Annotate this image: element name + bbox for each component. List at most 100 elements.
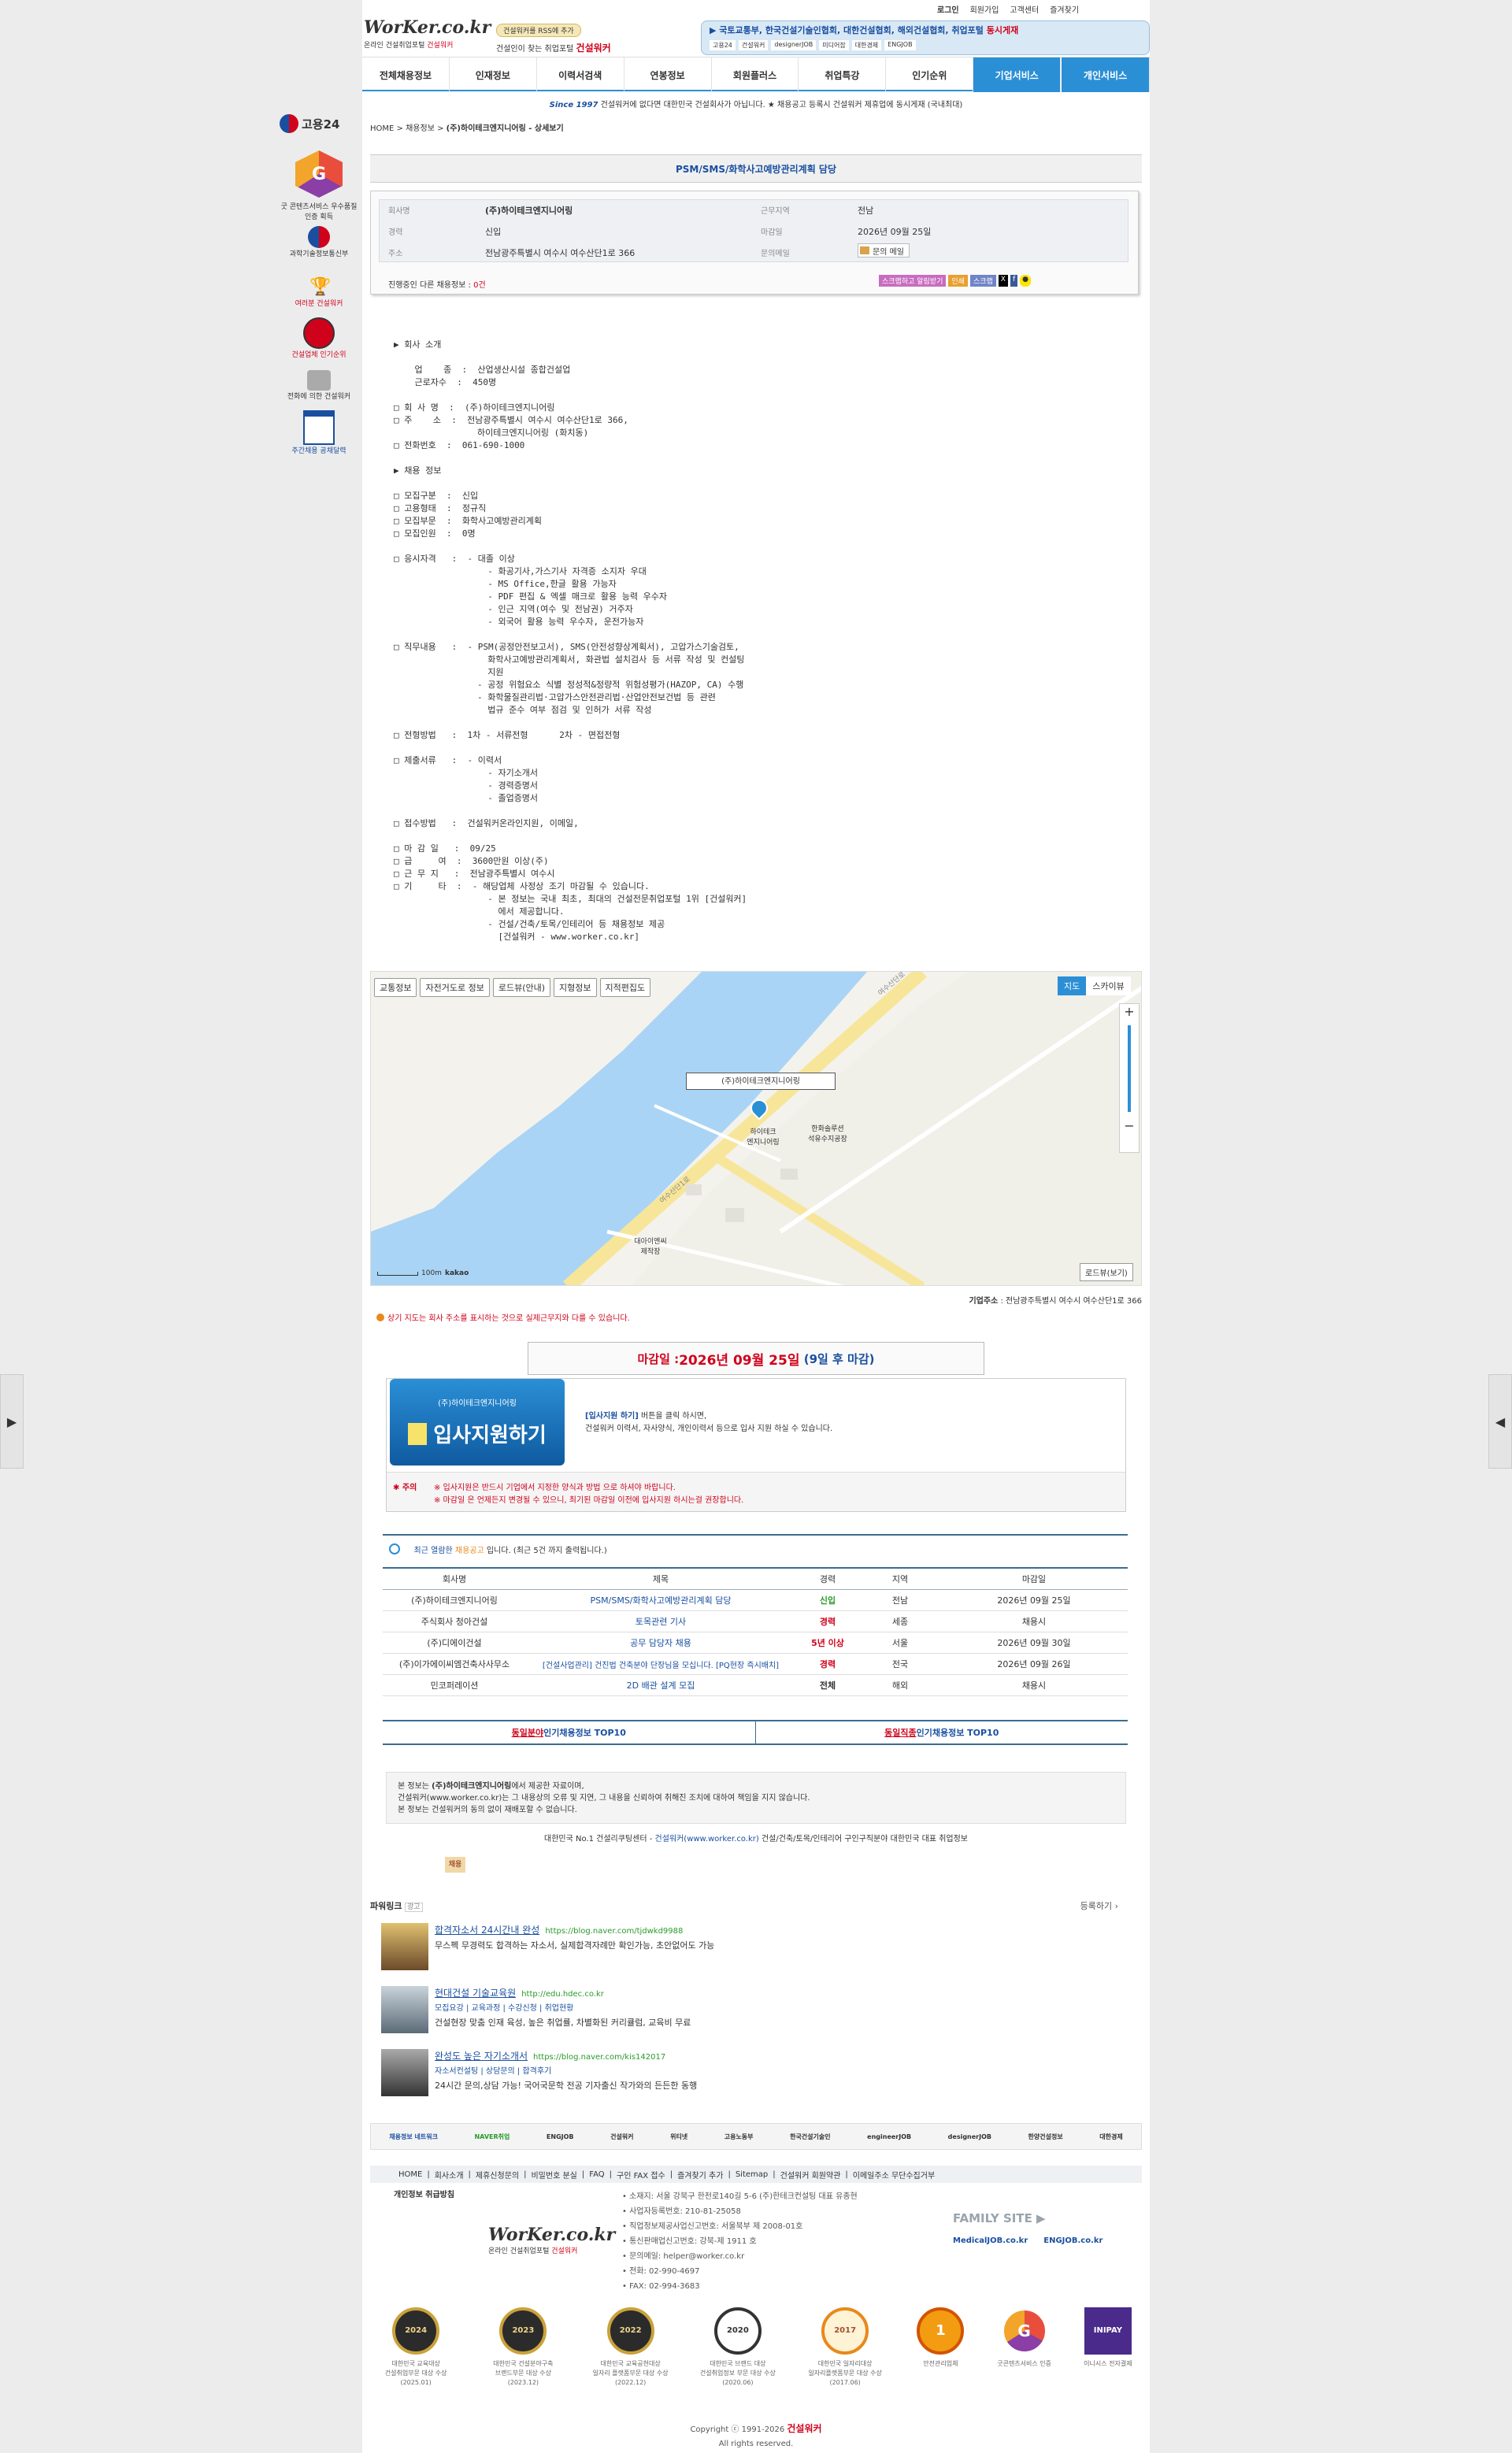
partner-logo[interactable]: 채용정보 네트워크 — [389, 2132, 438, 2141]
rss-tag[interactable]: 건설워커를 RSS에 추가 — [496, 24, 581, 37]
partner-banner[interactable]: ▶ 국토교통부, 한국건설기술인협회, 대한건설협회, 해외건설협회, 취업포털… — [701, 20, 1150, 55]
map-roadview-open-button[interactable]: 로드뷰(보기) — [1080, 1263, 1133, 1281]
partner-logo[interactable]: 고용노동부 — [724, 2132, 754, 2141]
left-sidebar: 고용24 G 굿 콘텐츠서비스 우수품질인증 획득 과학기술정보통신부 🏆 여러… — [280, 114, 358, 524]
facebook-share-icon[interactable]: f — [1010, 275, 1018, 287]
nav-salary[interactable]: 연봉정보 — [624, 57, 712, 92]
map-terrain-button[interactable]: 지형정보 — [554, 978, 597, 997]
nav-ranking[interactable]: 인기순위 — [886, 57, 974, 92]
scrap-alert-button[interactable]: 스크랩하고 알림받기 — [879, 275, 947, 287]
phone-icon[interactable] — [307, 370, 331, 391]
footer-link[interactable]: HOME — [398, 2170, 422, 2179]
job-description: ▶ 회사 소개 업 종 : 산업생산시설 종합건설업 근로자수 : 450명 □… — [394, 339, 747, 942]
crumb-jobs[interactable]: 채용정보 — [406, 124, 435, 133]
bookmark-link[interactable]: 즐겨찾기 — [1050, 3, 1079, 15]
footer-link[interactable]: FAQ — [589, 2170, 604, 2179]
map-bike-button[interactable]: 자전거도로 정보 — [420, 978, 490, 997]
map-container[interactable]: 교통정보 자전거도로 정보 로드뷰(안내) 지형정보 지적편집도 지도 스카이뷰 + −… — [370, 971, 1142, 1286]
apply-warning-1: ※ 입사지원은 반드시 기업에서 지정한 양식과 방법 으로 하셔야 바랍니다. — [434, 1484, 676, 1492]
print-button[interactable]: 인쇄 — [948, 275, 968, 287]
scrap-button[interactable]: 스크랩 — [969, 275, 996, 287]
site-logo[interactable]: WorKer.co.kr 온라인 건설취업포털 건설워커 — [364, 17, 491, 54]
nav-member-plus[interactable]: 회원플러스 — [712, 57, 799, 92]
ad-item[interactable]: 현대건설 기술교육원 http://edu.hdec.co.kr 모집요강 | … — [381, 1986, 1090, 2033]
left-side-arrow[interactable]: ▶ — [0, 1374, 24, 1469]
calendar-icon[interactable] — [303, 410, 335, 445]
partner-logo[interactable]: 한양건설정보 — [1028, 2132, 1063, 2141]
banner-logo: 대한경제 — [851, 40, 882, 50]
footer-logo[interactable]: WorKer.co.kr 온라인 건설취업포털 건설워커 — [488, 2225, 615, 2255]
map-type-map[interactable]: 지도 — [1058, 976, 1087, 995]
partner-logo[interactable]: ENGJOB — [547, 2133, 574, 2140]
login-link[interactable]: 로그인 — [937, 3, 959, 15]
partner-logo[interactable]: 대한경제 — [1099, 2132, 1122, 2141]
map-cadastral-button[interactable]: 지적편집도 — [599, 978, 651, 997]
zoom-out-icon[interactable]: − — [1120, 1118, 1139, 1133]
tab-same-job[interactable]: 동일직종 인기채용정보 TOP10 — [756, 1721, 1128, 1743]
footer-link[interactable]: 비밀번호 분실 — [531, 2169, 576, 2181]
slogan: 건설인이 찾는 취업포털 건설워커 — [496, 43, 611, 54]
map-zoom-control[interactable]: + − — [1119, 1003, 1140, 1153]
map-traffic-button[interactable]: 교통정보 — [374, 978, 417, 997]
table-row[interactable]: 주식회사 청아건설 토목관련 기사 경력 세종 채용시 — [383, 1610, 1128, 1632]
nav-corp-service[interactable]: 기업서비스 — [973, 57, 1062, 92]
map-scale: 100m kakao — [377, 1269, 469, 1277]
nav-talent[interactable]: 인재정보 — [450, 57, 537, 92]
nav-personal-service[interactable]: 개인서비스 — [1061, 57, 1150, 92]
crumb-home[interactable]: HOME — [370, 124, 394, 133]
powerlink-register-link[interactable]: 등록하기 › — [1080, 1899, 1118, 1912]
apply-hint: 건설워커 이력서, 자사양식, 개인이력서 등으로 입사 지원 하실 수 있습니… — [585, 1425, 833, 1433]
msit-icon — [308, 226, 330, 248]
kakao-share-icon[interactable]: ● — [1020, 275, 1031, 287]
footer-link[interactable]: 제휴신청문의 — [476, 2169, 519, 2181]
family-engjob[interactable]: ENGJOB.co.kr — [1043, 2236, 1102, 2245]
footer-link[interactable]: 회사소개 — [435, 2169, 464, 2181]
apply-button[interactable]: (주)하이테크엔지니어링 입사지원하기 — [390, 1379, 565, 1466]
ad-item[interactable]: 합격자소서 24시간내 완성 https://blog.naver.com/tj… — [381, 1923, 1090, 1970]
tab-same-field[interactable]: 동일분야 인기채용정보 TOP10 — [383, 1721, 756, 1743]
col-region: 지역 — [860, 1567, 940, 1590]
footer-link[interactable]: 이메일주소 무단수집거부 — [853, 2169, 935, 2181]
ad-thumb — [381, 1923, 428, 1970]
partner-logo[interactable]: NAVER취업 — [474, 2132, 510, 2141]
icon4-caption: 주간채용 공채달력 — [291, 447, 346, 455]
family-site: FAMILY SITE ▶ MedicalJOB.co.kr ENGJOB.co… — [953, 2211, 1103, 2245]
table-row[interactable]: (주)하이테크엔지니어링 PSM/SMS/화학사고예방관리계획 담당 신입 전남 202… — [383, 1589, 1128, 1611]
partner-logo[interactable]: 위티넷 — [670, 2132, 687, 2141]
footer-link[interactable]: Sitemap — [736, 2170, 768, 2179]
partner-logo[interactable]: 한국건설기술인 — [790, 2132, 831, 2141]
map-address: 기업주소 : 전남광주특별시 여수시 여수산단1로 366 — [969, 1297, 1142, 1306]
table-row[interactable]: (주)디에이건설 공무 담당자 채용 5년 이상 서울 2026년 09월 30일 — [383, 1632, 1128, 1654]
footer-link[interactable]: 건설워커 회원약관 — [780, 2169, 841, 2181]
main-page: WorKer.co.kr 온라인 건설취업포털 건설워커 건설워커를 RSS에 … — [362, 0, 1150, 2453]
signup-link[interactable]: 회원가입 — [970, 3, 999, 15]
partner-logo[interactable]: designerJOB — [948, 2133, 991, 2140]
map-type-sky[interactable]: 스카이뷰 — [1086, 976, 1131, 995]
company-name[interactable]: (주)하이테크엔지니어링 — [485, 204, 573, 217]
family-medicaljob[interactable]: MedicalJOB.co.kr — [953, 2236, 1028, 2245]
privacy-link[interactable]: 개인정보 취급방침 — [394, 2188, 454, 2199]
zoom-in-icon[interactable]: + — [1120, 1004, 1139, 1019]
ongoing-count[interactable]: 0건 — [473, 281, 486, 290]
footer-link[interactable]: 즐겨찾기 추가 — [677, 2169, 723, 2181]
right-side-arrow[interactable]: ◀ — [1488, 1374, 1512, 1469]
table-row[interactable]: 민코퍼레이션 2D 배관 설계 모집 전체 해외 채용시 — [383, 1674, 1128, 1696]
goyong24-logo[interactable]: 고용24 — [280, 114, 358, 133]
address-value: 전남광주특별시 여수시 여수산단1로 366 — [485, 248, 636, 258]
contact-email-button[interactable]: 문의 메일 — [858, 243, 910, 258]
partner-logo[interactable]: engineerJOB — [867, 2133, 911, 2140]
trophy-icon[interactable]: 🏆 — [309, 277, 331, 298]
ladybug-icon[interactable] — [303, 317, 335, 349]
good-content-badge[interactable]: G — [295, 150, 343, 198]
nav-lecture[interactable]: 취업특강 — [799, 57, 887, 92]
partner-logo[interactable]: 건설워커 — [610, 2132, 633, 2141]
nav-resume-search[interactable]: 이력서검색 — [537, 57, 624, 92]
ad-item[interactable]: 완성도 높은 자기소개서 https://blog.naver.com/kis1… — [381, 2049, 1090, 2096]
nav-all-jobs[interactable]: 전체채용정보 — [362, 57, 450, 92]
footer-link[interactable]: 구인 FAX 접수 — [617, 2169, 665, 2181]
job-title-bar: PSM/SMS/화학사고예방관리계획 담당 — [370, 154, 1142, 183]
x-share-icon[interactable]: X — [998, 275, 1008, 287]
map-roadview-button[interactable]: 로드뷰(안내) — [492, 978, 551, 997]
support-link[interactable]: 고객센터 — [1010, 3, 1039, 15]
table-row[interactable]: (주)이가에이씨엠건축사사무소 [건설사업관리] 건진법 건축분야 단장님을 모십… — [383, 1653, 1128, 1675]
